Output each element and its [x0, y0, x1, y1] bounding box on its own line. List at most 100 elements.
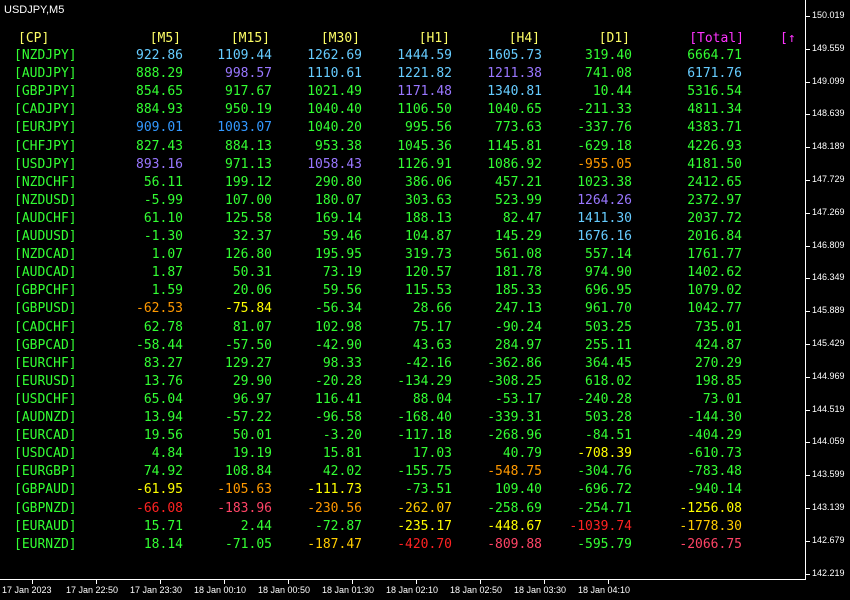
row-symbol: [CADCHF] — [14, 319, 77, 335]
header-d1: [D1] — [598, 31, 630, 46]
price-label: 143.599 — [812, 469, 845, 480]
cell-total: 4181.50 — [687, 156, 742, 172]
chart-title: USDJPY,M5 — [4, 4, 65, 16]
time-label: 18 Jan 02:50 — [450, 585, 503, 595]
cell-h1: 115.53 — [405, 283, 452, 299]
row-symbol: [USDCHF] — [14, 391, 77, 407]
price-label: 144.969 — [812, 370, 845, 381]
cell-m5: 74.92 — [143, 464, 183, 480]
cell-m5: 19.56 — [143, 428, 183, 444]
cell-total: 4226.93 — [687, 138, 742, 154]
cell-d1: -595.79 — [577, 536, 632, 552]
cell-h1: 303.63 — [405, 192, 452, 208]
price-label: 145.429 — [812, 338, 845, 348]
price-label: 149.559 — [812, 42, 845, 53]
price-tick — [806, 442, 810, 444]
cell-h4: 1340.81 — [487, 84, 542, 100]
cell-m15: 2.44 — [240, 518, 272, 534]
row-symbol: [EURUSD] — [14, 373, 77, 389]
row-symbol: [AUDCAD] — [14, 265, 77, 281]
cell-m30: -230.56 — [307, 500, 362, 516]
price-tick — [806, 475, 810, 477]
cell-m30: 290.80 — [315, 174, 362, 190]
cell-m15: 884.13 — [225, 138, 272, 154]
cell-total: 198.85 — [695, 373, 742, 389]
cell-m5: 65.04 — [143, 391, 183, 407]
cell-m15: -75.84 — [225, 301, 272, 317]
cell-m15: 32.37 — [232, 229, 272, 244]
cell-h1: 43.63 — [412, 337, 452, 353]
row-symbol: [EURNZD] — [14, 536, 77, 552]
cell-d1: -211.33 — [577, 102, 632, 118]
chart-area[interactable]: USDJPY,M5 [CP] [M5] [M15] [M30] [H1] [H4] [D1]… — [0, 0, 806, 580]
cell-d1: 10.44 — [592, 84, 632, 100]
cell-m30: 1021.49 — [307, 84, 362, 100]
cell-h4: 145.29 — [495, 229, 542, 244]
cell-m15: 50.01 — [232, 428, 272, 444]
cell-total: -404.29 — [687, 428, 742, 444]
cell-h4: 247.13 — [495, 301, 542, 317]
cell-m5: 922.86 — [136, 48, 183, 63]
row-symbol: [EURCAD] — [14, 428, 77, 444]
row-symbol: [GBPJPY] — [14, 84, 77, 100]
cell-m15: 971.13 — [225, 156, 272, 172]
cell-m30: 73.19 — [322, 265, 362, 281]
cell-m15: 126.80 — [225, 247, 272, 263]
cell-h1: 188.13 — [405, 210, 452, 226]
cell-m5: 83.27 — [143, 355, 183, 371]
cell-m15: -57.50 — [225, 337, 272, 353]
time-axis[interactable]: 17 Jan 2023 17 Jan 22:50 17 Jan 23:30 18 Ja… — [0, 580, 806, 600]
cell-d1: 1023.38 — [577, 174, 632, 190]
cell-h4: -362.86 — [487, 355, 542, 371]
cell-d1: 741.08 — [585, 66, 632, 82]
cell-h4: 523.99 — [495, 192, 542, 208]
price-tick — [806, 114, 810, 116]
cell-h1: 1106.50 — [397, 102, 452, 118]
cell-m30: 1110.61 — [307, 66, 362, 82]
time-tick — [32, 580, 33, 584]
price-tick — [806, 573, 810, 575]
row-symbol: [GBPCHF] — [14, 283, 77, 299]
cell-h1: -117.18 — [397, 428, 452, 444]
time-label: 18 Jan 02:10 — [386, 585, 439, 595]
price-tick — [806, 540, 810, 542]
header-cp: [CP] — [18, 31, 50, 46]
row-symbol: [CHFJPY] — [14, 138, 77, 154]
time-label: 18 Jan 00:10 — [194, 585, 247, 595]
price-label: 147.269 — [812, 206, 845, 217]
cell-h1: 1221.82 — [397, 66, 452, 82]
cell-total: 1079.02 — [687, 283, 742, 299]
time-label: 18 Jan 03:30 — [514, 585, 567, 595]
cell-total: -783.48 — [687, 464, 742, 480]
cell-h4: 1145.81 — [487, 138, 542, 154]
cell-h1: -73.51 — [405, 482, 452, 498]
cell-m5: 1.87 — [151, 265, 183, 281]
price-tick — [806, 245, 810, 247]
row-symbol: [GBPUSD] — [14, 301, 77, 317]
cell-total: 6664.71 — [687, 48, 742, 63]
cell-m15: 125.58 — [225, 210, 272, 226]
cell-d1: 503.25 — [585, 319, 632, 335]
cell-m30: 15.81 — [322, 446, 362, 462]
row-symbol: [USDCAD] — [14, 446, 77, 462]
cell-h4: -448.67 — [487, 518, 542, 534]
header-m5: [M5] — [149, 31, 181, 46]
cell-m15: 50.31 — [232, 265, 272, 281]
cell-m30: 59.46 — [322, 229, 362, 244]
cell-m15: 950.19 — [225, 102, 272, 118]
cell-m30: 1058.43 — [307, 156, 362, 172]
cell-m5: 62.78 — [143, 319, 183, 335]
row-symbol: [AUDNZD] — [14, 410, 77, 425]
cell-h4: 40.79 — [502, 446, 542, 462]
row-symbol: [GBPCAD] — [14, 337, 77, 353]
header-h4: [H4] — [508, 31, 540, 46]
row-symbol: [AUDJPY] — [14, 66, 77, 82]
time-label: 18 Jan 01:30 — [322, 585, 375, 595]
price-axis[interactable]: 150.019 149.559 149.099 148.639 148.189 147.7… — [806, 0, 850, 580]
cell-d1: -708.39 — [577, 446, 632, 462]
header-total: [Total] — [689, 31, 744, 46]
row-symbol: [GBPAUD] — [14, 482, 77, 498]
cell-total: -940.14 — [687, 482, 742, 498]
cell-m5: 884.93 — [136, 102, 183, 118]
price-label: 145.889 — [812, 305, 845, 316]
